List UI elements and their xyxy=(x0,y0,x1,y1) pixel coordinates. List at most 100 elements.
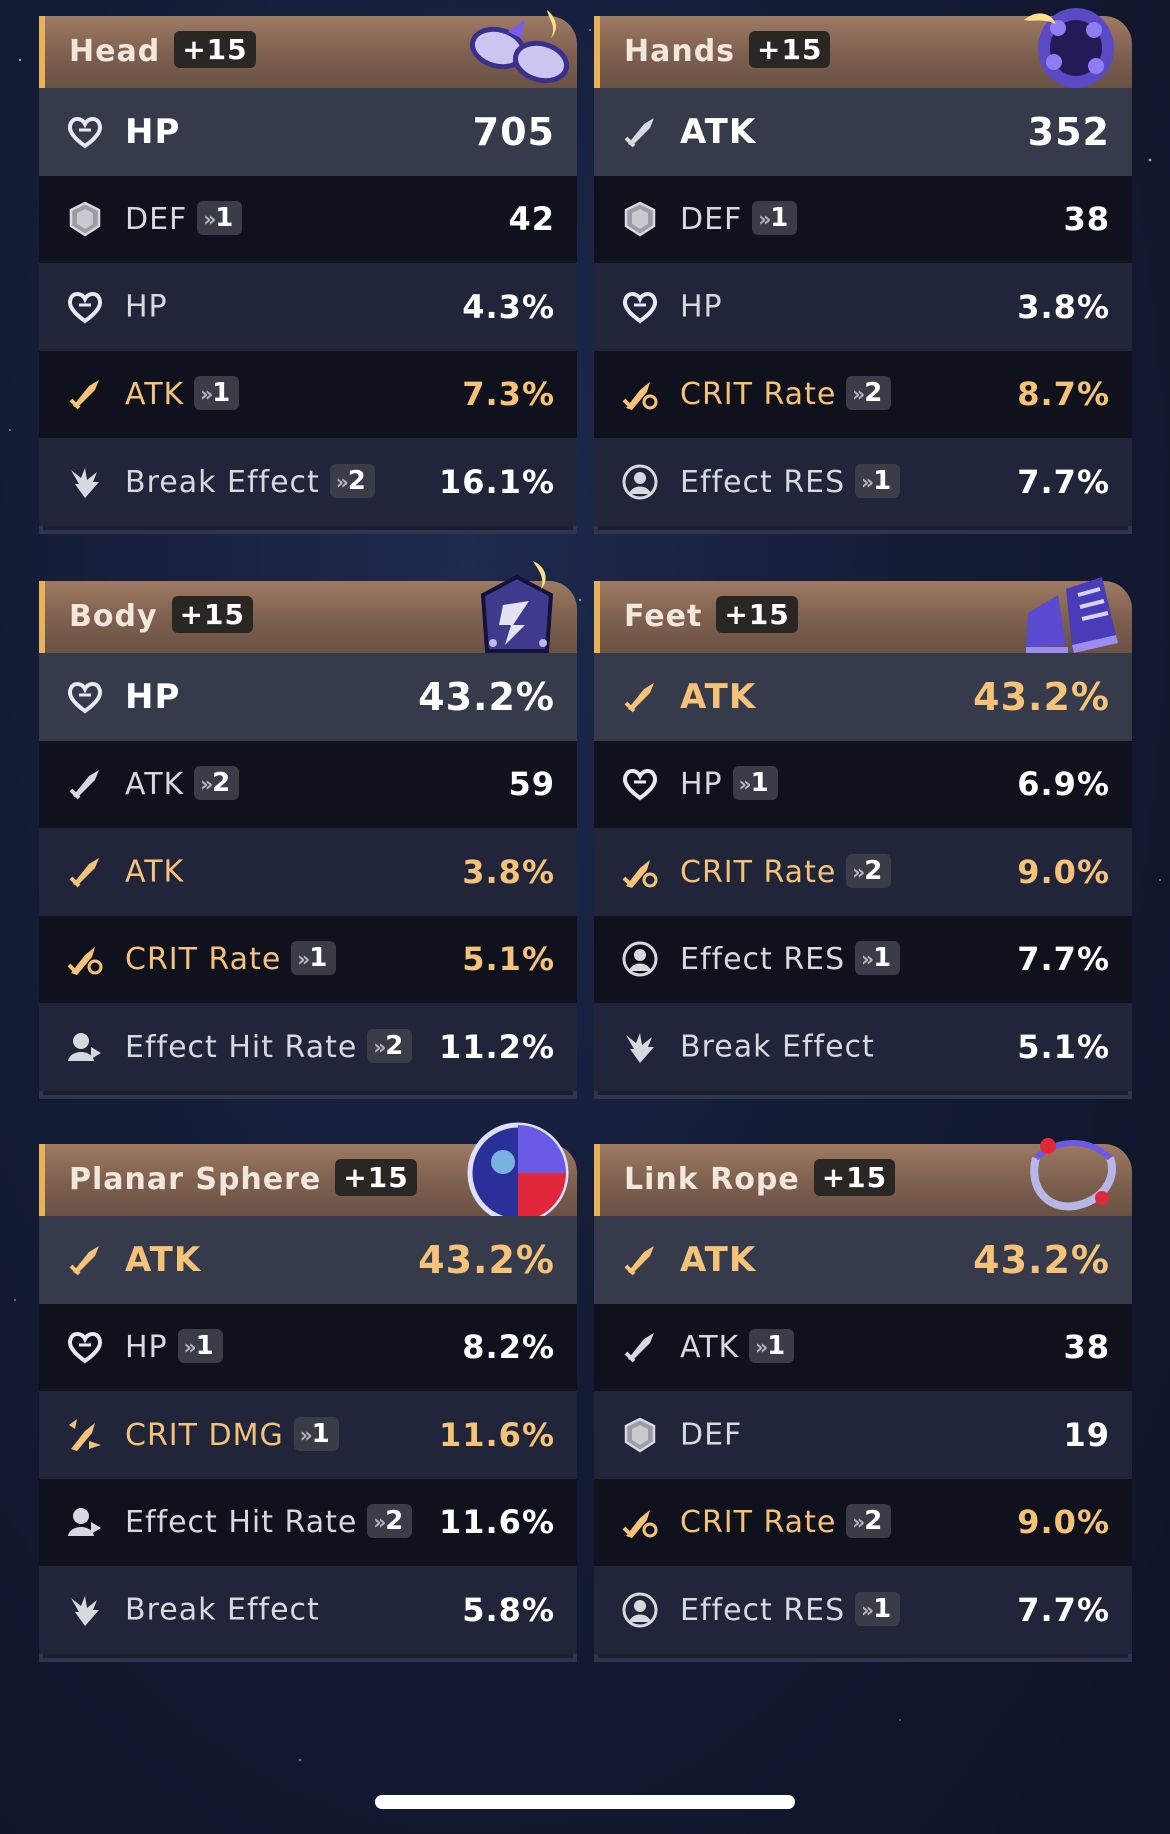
relic-card-hands[interactable]: Hands +15 ATK 352 DEF »1 38 HP 3.8% CRIT Rate »2 8.… xyxy=(594,8,1132,534)
sub-stat-value: 38 xyxy=(1063,1328,1110,1367)
stat-list: HP 43.2% ATK »2 59 ATK 3.8% CRIT Rate »1 5.1% Effe… xyxy=(39,653,577,1091)
sub-stat-row: ATK »1 38 xyxy=(594,1303,1132,1391)
sub-stat-value: 11.6% xyxy=(438,1503,555,1542)
sub-stat-name: Break Effect xyxy=(680,1029,875,1065)
main-stat-row: ATK 43.2% xyxy=(594,1216,1132,1304)
sub-stat-value: 7.7% xyxy=(1017,1590,1110,1629)
sphere-icon xyxy=(463,1118,573,1228)
crit-rate-icon xyxy=(65,939,105,979)
sub-stat-label: Effect RES »1 xyxy=(680,1591,901,1628)
roll-count-badge: »2 xyxy=(329,463,375,498)
sub-stat-name: Effect Hit Rate xyxy=(125,1029,358,1065)
gauntlet-icon xyxy=(1018,0,1128,100)
roll-count: 2 xyxy=(864,378,884,409)
sword-icon xyxy=(65,374,105,414)
sub-stat-name: CRIT Rate xyxy=(680,1505,837,1541)
main-stat-value: 705 xyxy=(472,109,555,154)
sword-icon xyxy=(65,852,105,892)
sub-stat-label: HP xyxy=(125,289,168,324)
relic-card-feet[interactable]: Feet +15 ATK 43.2% HP »1 6.9% CRIT Rate »2 9.0% Ef… xyxy=(594,577,1132,1099)
sub-stat-value: 7.7% xyxy=(1017,940,1110,979)
sub-stat-label: Effect Hit Rate »2 xyxy=(125,1504,413,1540)
sub-stat-value: 11.6% xyxy=(438,1415,555,1454)
heart-icon xyxy=(65,1327,105,1367)
chevron-double-right-icon: » xyxy=(758,207,771,232)
sub-stat-value: 7.7% xyxy=(1017,462,1110,501)
sword-icon xyxy=(65,764,105,804)
level-badge: +15 xyxy=(716,596,798,633)
sub-stat-value: 16.1% xyxy=(438,462,555,501)
sub-stat-name: DEF xyxy=(680,202,743,238)
roll-count: 1 xyxy=(873,943,893,974)
sub-stat-row: Effect RES »1 7.7% xyxy=(594,438,1132,526)
chevron-double-right-icon: » xyxy=(373,1510,386,1535)
main-stat-row: ATK 352 xyxy=(594,88,1132,176)
sub-stat-name: CRIT Rate xyxy=(125,942,282,978)
slot-name: Body xyxy=(69,599,158,634)
roll-count: 1 xyxy=(309,943,329,974)
sword-icon xyxy=(620,1327,660,1367)
stat-list: ATK 43.2% HP »1 8.2% CRIT DMG »1 11.6% Effect Hi… xyxy=(39,1216,577,1654)
sword-icon xyxy=(620,677,660,717)
chevron-double-right-icon: » xyxy=(299,1422,313,1447)
slot-name: Feet xyxy=(624,599,703,634)
slot-name: Head xyxy=(69,34,161,69)
main-stat-label: HP xyxy=(125,676,181,717)
relic-slot-label: Head +15 xyxy=(69,31,256,69)
roll-count-badge: »1 xyxy=(293,1416,339,1451)
relic-card-body[interactable]: Body +15 HP 43.2% ATK »2 59 ATK 3.8% CRIT Rate »1 5… xyxy=(39,561,577,1099)
sub-stat-value: 3.8% xyxy=(1017,287,1110,326)
sub-stat-label: ATK »1 xyxy=(680,1329,795,1365)
main-stat-label: ATK xyxy=(125,1239,202,1280)
level-badge: +15 xyxy=(171,596,253,633)
sub-stat-name: ATK xyxy=(125,854,185,890)
sub-stat-row: Break Effect »2 16.1% xyxy=(39,438,577,526)
roll-count-badge: »1 xyxy=(855,1591,901,1626)
effect-hit-icon xyxy=(65,1502,105,1542)
roll-count-badge: »1 xyxy=(194,376,240,411)
effect-res-icon xyxy=(620,1590,660,1630)
sub-stat-name: HP xyxy=(125,1330,168,1366)
chevron-double-right-icon: » xyxy=(183,1335,197,1360)
home-indicator[interactable] xyxy=(375,1795,795,1809)
sub-stat-value: 5.8% xyxy=(462,1590,555,1629)
roll-count: 2 xyxy=(385,1030,405,1061)
roll-count: 1 xyxy=(750,768,770,799)
chevron-double-right-icon: » xyxy=(861,1597,874,1622)
break-icon xyxy=(65,1590,105,1630)
sub-stat-value: 5.1% xyxy=(1017,1027,1110,1066)
relic-card-head[interactable]: Head +15 HP 705 DEF »1 42 HP 4.3% ATK »1 7.3% Break … xyxy=(39,10,577,534)
sub-stat-value: 59 xyxy=(508,765,555,804)
sub-stat-row: CRIT DMG »1 11.6% xyxy=(39,1391,577,1479)
slot-name: Hands xyxy=(624,34,736,69)
sub-stat-row: CRIT Rate »2 8.7% xyxy=(594,350,1132,438)
main-stat-row: HP 43.2% xyxy=(39,653,577,741)
sub-stat-name: DEF xyxy=(680,1417,743,1453)
sub-stat-value: 19 xyxy=(1063,1415,1110,1454)
chevron-double-right-icon: » xyxy=(852,382,865,407)
roll-count-badge: »2 xyxy=(846,853,892,888)
chevron-double-right-icon: » xyxy=(335,469,349,494)
sub-stat-name: ATK xyxy=(125,767,185,803)
sub-stat-value: 38 xyxy=(1063,200,1110,239)
sub-stat-row: Effect Hit Rate »2 11.6% xyxy=(39,1478,577,1566)
sub-stat-row: DEF »1 42 xyxy=(39,175,577,263)
stat-list: HP 705 DEF »1 42 HP 4.3% ATK »1 7.3% Break Effect»… xyxy=(39,88,577,526)
slot-name: Planar Sphere xyxy=(69,1162,322,1197)
sub-stat-label: Effect Hit Rate »2 xyxy=(125,1028,413,1065)
chevron-double-right-icon: » xyxy=(203,207,216,232)
shield-icon xyxy=(65,199,105,239)
sub-stat-label: CRIT Rate »2 xyxy=(680,853,892,890)
sub-stat-label: Break Effect xyxy=(125,1592,320,1627)
chevron-double-right-icon: » xyxy=(200,772,213,797)
relic-card-link-rope[interactable]: Link Rope +15 ATK 43.2% ATK »1 38 DEF 19 CRIT Rat… xyxy=(594,1138,1132,1662)
sword-icon xyxy=(65,1240,105,1280)
sub-stat-row: HP 4.3% xyxy=(39,263,577,351)
main-stat-value: 43.2% xyxy=(973,1237,1110,1282)
roll-count-badge: »1 xyxy=(177,1329,223,1364)
roll-count-badge: »1 xyxy=(752,201,798,236)
crit-rate-icon xyxy=(620,852,660,892)
relic-card-planar-sphere[interactable]: Planar Sphere +15 ATK 43.2% HP »1 8.2% CRIT DMG… xyxy=(39,1122,577,1662)
heart-icon xyxy=(65,677,105,717)
roll-count-badge: »1 xyxy=(291,941,337,976)
